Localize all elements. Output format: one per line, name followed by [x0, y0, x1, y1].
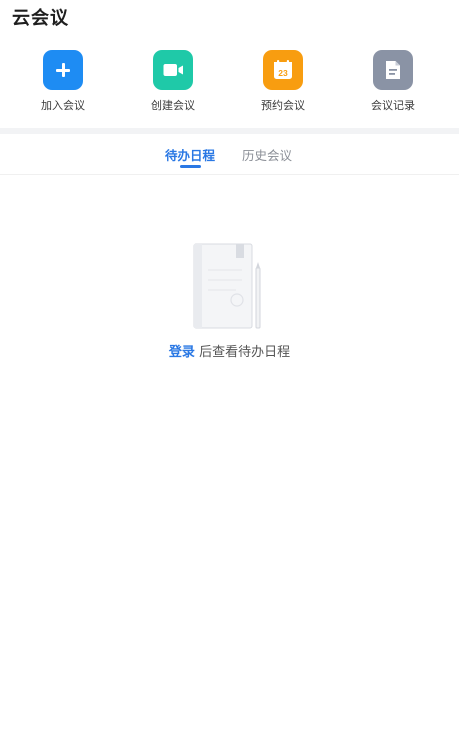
calendar-day-text: 23 [278, 68, 288, 78]
notebook-pen-icon [190, 240, 270, 330]
meeting-records-label: 会议记录 [371, 99, 415, 112]
join-meeting-label: 加入会议 [41, 99, 85, 112]
tab-divider [0, 174, 459, 175]
plus-icon [43, 50, 83, 90]
login-prompt: 登录 后查看待办日程 [0, 341, 459, 360]
login-link[interactable]: 登录 [169, 345, 195, 360]
schedule-meeting-label: 预约会议 [261, 99, 305, 112]
app-root: 云会议 加入会议 创建会议 23 预约会议 会议记录 待办日程 历史会议 登录 … [0, 0, 459, 744]
video-camera-icon [153, 50, 193, 90]
tab-bar: 待办日程 历史会议 [0, 134, 459, 174]
calendar-icon: 23 [263, 50, 303, 90]
join-meeting-button[interactable]: 加入会议 [23, 50, 103, 116]
tab-active-indicator [180, 165, 201, 168]
quick-actions: 加入会议 创建会议 23 预约会议 会议记录 [0, 50, 459, 116]
document-icon [373, 50, 413, 90]
create-meeting-button[interactable]: 创建会议 [133, 50, 213, 116]
create-meeting-label: 创建会议 [151, 99, 195, 112]
page-title: 云会议 [12, 8, 69, 29]
meeting-records-button[interactable]: 会议记录 [353, 50, 433, 116]
tab-history[interactable]: 历史会议 [242, 145, 292, 164]
login-prompt-message: 后查看待办日程 [199, 345, 291, 360]
tab-upcoming[interactable]: 待办日程 [165, 145, 215, 164]
schedule-meeting-button[interactable]: 23 预约会议 [243, 50, 323, 116]
